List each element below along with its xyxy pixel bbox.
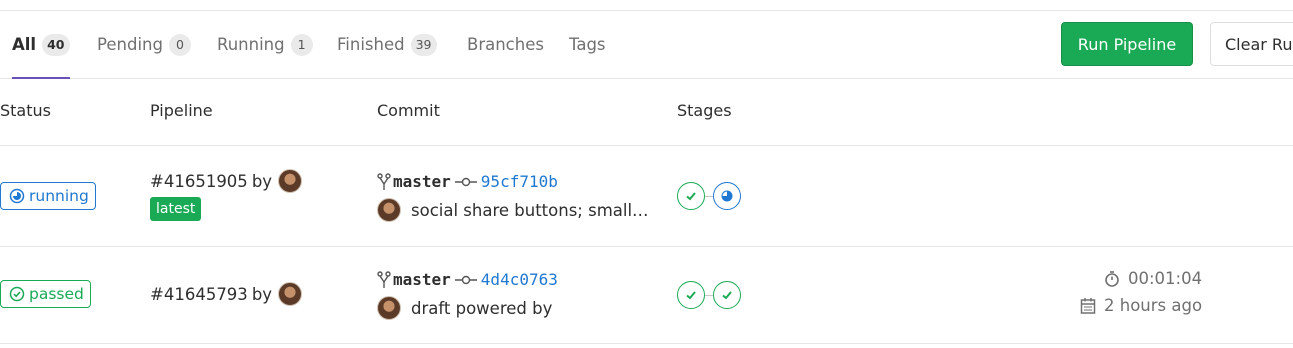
stage-graph [677,182,741,210]
tab-finished-count: 39 [410,33,437,56]
stage-connector [705,294,713,296]
status-badge[interactable]: running [0,182,96,210]
finished-value: 2 hours ago [1104,296,1203,315]
commit-title-link[interactable]: social share buttons; small… [411,201,649,220]
run-pipeline-button[interactable]: Run Pipeline [1061,22,1193,66]
pipeline-by-label: by [251,171,273,191]
status-badge[interactable]: passed [0,280,91,308]
commit-title: draft powered by [377,296,552,320]
stage-passed[interactable] [713,281,741,309]
avatar[interactable] [377,296,401,320]
pipeline-id-link[interactable]: #41645793 [150,285,248,304]
status-label: running [29,187,89,205]
commit-title-link[interactable]: draft powered by [411,299,552,318]
stage-running[interactable] [713,182,741,210]
branch-icon [377,172,391,190]
branch-name[interactable]: master [393,172,451,191]
avatar[interactable] [278,169,303,193]
tab-all[interactable]: All 40 [12,11,70,79]
tab-pending[interactable]: Pending 0 [97,11,191,78]
tab-tags[interactable]: Tags [569,11,606,78]
clear-runner-caches-button[interactable]: Clear Ru [1210,22,1293,66]
pipeline-finished-at: 2 hours ago [1080,296,1202,315]
pipeline-id: #41651905 by [150,169,303,193]
duration-value: 00:01:04 [1128,269,1203,288]
stopwatch-icon [1105,270,1119,287]
column-header-stages: Stages [677,101,732,120]
pipeline-id-link[interactable]: #41651905 [150,172,248,191]
commit-icon [454,177,477,186]
branch-name[interactable]: master [393,270,451,289]
column-header-status: Status [0,101,51,120]
pipeline-row: passed #41645793 by master 4d4c0763 draf… [0,247,1293,344]
check-icon [686,192,696,201]
tab-pending-count: 0 [168,33,191,56]
stage-connector [705,195,713,197]
latest-badge: latest [150,197,202,221]
column-header-commit: Commit [377,101,440,120]
pipeline-duration: 00:01:04 [1104,269,1202,288]
tab-all-count: 40 [42,33,70,56]
check-icon [686,291,696,300]
commit-title: social share buttons; small… [377,198,649,222]
commit-sha[interactable]: 4d4c0763 [481,270,558,289]
tab-finished-label: Finished [337,35,405,54]
table-header: Status Pipeline Commit Stages [0,79,1293,146]
calendar-icon [1080,297,1096,314]
commit-ref: master 4d4c0763 [377,270,558,289]
branch-icon [377,270,391,288]
pipeline-id: #41645793 by [150,282,303,306]
tab-running[interactable]: Running 1 [217,11,313,78]
pipeline-by-label: by [251,284,273,304]
check-circle-icon [9,286,25,302]
tab-pending-label: Pending [97,35,163,54]
commit-icon [454,275,477,284]
tab-tags-label: Tags [569,35,606,54]
running-icon [721,190,733,202]
avatar[interactable] [278,282,303,306]
avatar[interactable] [377,198,401,222]
commit-ref: master 95cf710b [377,172,558,191]
pipeline-row: running #41651905 by latest master 95cf7… [0,146,1293,247]
tab-branches-label: Branches [467,35,544,54]
tab-running-label: Running [217,35,285,54]
tab-all-label: All [12,35,37,54]
column-header-pipeline: Pipeline [150,101,213,120]
running-icon [9,188,25,204]
stage-graph [677,281,741,309]
tab-finished[interactable]: Finished 39 [337,11,437,78]
tab-branches[interactable]: Branches [467,11,544,78]
commit-sha[interactable]: 95cf710b [481,172,558,191]
tab-running-count: 1 [290,33,313,56]
stage-passed[interactable] [677,182,705,210]
status-label: passed [29,285,84,303]
stage-passed[interactable] [677,281,705,309]
check-icon [722,291,732,300]
